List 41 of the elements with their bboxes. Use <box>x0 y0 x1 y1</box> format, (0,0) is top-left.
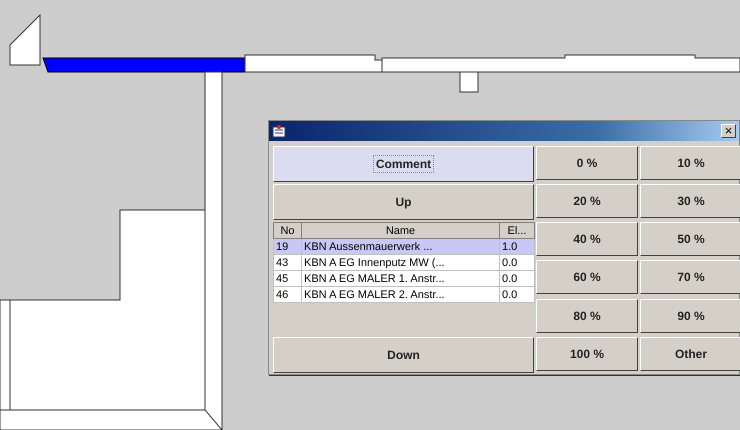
wall-segment[interactable] <box>204 72 222 430</box>
table-cell: 0.0 <box>500 254 534 270</box>
percent-button[interactable]: Other <box>640 336 740 371</box>
wall-corner <box>10 14 40 66</box>
table-cell: 0.0 <box>500 270 534 286</box>
close-button[interactable]: × <box>721 124 736 138</box>
table-cell: 1.0 <box>500 238 534 254</box>
percent-button[interactable]: 10 % <box>640 146 740 180</box>
table-cell: 45 <box>274 270 302 286</box>
column-header[interactable]: No <box>274 222 302 238</box>
table-cell: 46 <box>274 286 302 302</box>
table-row[interactable]: 19 KBN Aussenmauerwerk ... 1.0 <box>274 238 534 254</box>
table-cell: KBN A EG Innenputz MW (... <box>302 254 500 270</box>
column-header[interactable]: Name <box>302 222 500 238</box>
table-cell: 19 <box>274 238 302 254</box>
percent-button[interactable]: 30 % <box>640 184 740 218</box>
comment-button[interactable]: Comment <box>273 146 534 182</box>
percent-button[interactable]: 90 % <box>640 298 740 333</box>
down-button[interactable]: Down <box>273 337 534 373</box>
table-cell: KBN Aussenmauerwerk ... <box>302 238 500 254</box>
wall-segment[interactable] <box>382 54 740 72</box>
table-row[interactable]: 46 KBN A EG MALER 2. Anstr... 0.0 <box>274 286 534 302</box>
column-header[interactable]: El... <box>500 222 534 238</box>
table-cell: KBN A EG MALER 1. Anstr... <box>302 270 500 286</box>
percent-button[interactable]: 0 % <box>536 146 638 180</box>
percent-button[interactable]: 100 % <box>536 336 638 371</box>
table-row[interactable]: 43 KBN A EG Innenputz MW (... 0.0 <box>274 254 534 270</box>
percent-button[interactable]: 60 % <box>536 260 638 294</box>
wall-pillar <box>460 72 478 92</box>
percent-button[interactable]: 40 % <box>536 222 638 256</box>
table-cell: 43 <box>274 254 302 270</box>
app-icon <box>272 124 286 138</box>
percent-button[interactable]: 70 % <box>640 260 740 294</box>
table-cell: 0.0 <box>500 286 534 302</box>
up-button[interactable]: Up <box>273 184 534 220</box>
wall-segment[interactable] <box>244 54 382 72</box>
percent-button[interactable]: 20 % <box>536 184 638 218</box>
table-cell: KBN A EG MALER 2. Anstr... <box>302 286 500 302</box>
percent-button[interactable]: 50 % <box>640 222 740 256</box>
percent-button[interactable]: 80 % <box>536 298 638 333</box>
table-row[interactable]: 45 KBN A EG MALER 1. Anstr... 0.0 <box>274 270 534 286</box>
